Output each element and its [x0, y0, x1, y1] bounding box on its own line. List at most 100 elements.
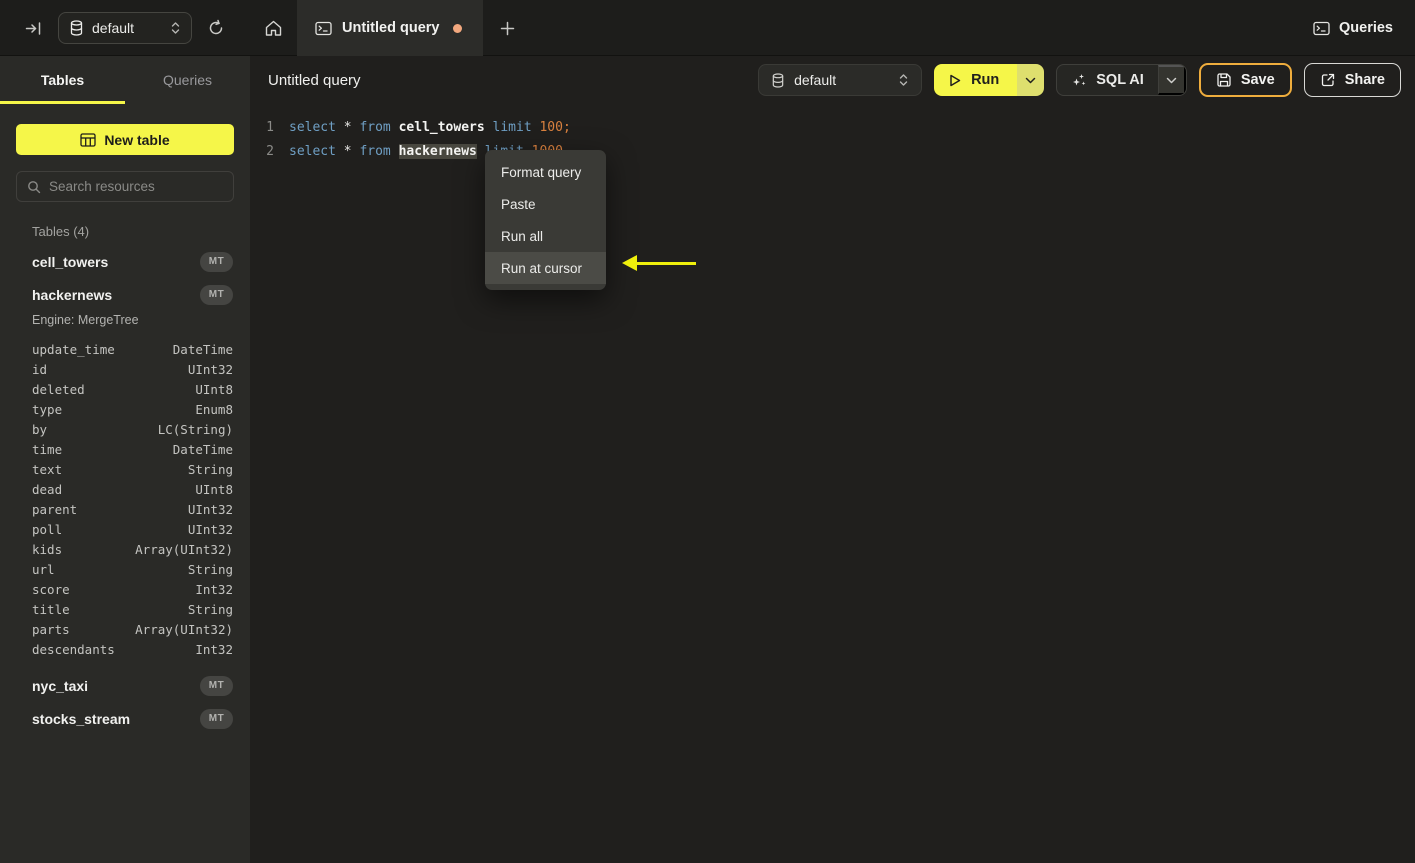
column-type: Int32 [195, 641, 233, 657]
query-tab-label: Untitled query [342, 20, 440, 36]
refresh-icon [207, 19, 225, 37]
search-input[interactable] [49, 179, 223, 194]
code-line: select * from cell_towers limit 100; [274, 116, 571, 140]
code-token: from [359, 120, 391, 135]
column-type: Array(UInt32) [135, 621, 233, 637]
column-row: parent UInt32 [0, 499, 250, 519]
home-button[interactable] [250, 0, 297, 56]
annotation-arrow-icon [622, 255, 697, 271]
code-token: select [289, 120, 336, 135]
column-type: DateTime [172, 441, 233, 457]
terminal-icon [1313, 21, 1330, 36]
table-engine-badge: MT [200, 284, 233, 305]
sql-ai-button[interactable]: SQL AI [1057, 65, 1158, 95]
table-name: stocks_stream [32, 710, 131, 727]
sql-ai-options-button[interactable] [1157, 65, 1186, 95]
column-name: deleted [32, 381, 85, 397]
new-tab-button[interactable] [492, 13, 522, 43]
refresh-button[interactable] [200, 13, 232, 43]
code-line-row: 1 select * from cell_towers limit 100; [250, 116, 1415, 140]
column-name: parent [32, 501, 78, 517]
top-bar: default Untitled query Queries [0, 0, 1415, 56]
column-type: UInt8 [195, 381, 233, 397]
column-row: descendants Int32 [0, 639, 250, 659]
sidebar: Tables Queries New table Tabl [0, 56, 250, 863]
sidebar-tab-queries[interactable]: Queries [125, 56, 250, 104]
search-box[interactable] [16, 171, 234, 202]
run-options-button[interactable] [1017, 64, 1045, 96]
column-row: time DateTime [0, 439, 250, 459]
column-row: by LC(String) [0, 419, 250, 439]
sql-editor[interactable]: 1 select * from cell_towers limit 100; 2 se… [250, 104, 1415, 164]
column-row: type Enum8 [0, 399, 250, 419]
save-icon [1216, 72, 1232, 88]
code-token: * [343, 144, 352, 159]
save-button[interactable]: Save [1198, 63, 1292, 97]
table-engine-badge: MT [200, 251, 233, 272]
chevron-updown-icon [898, 73, 909, 87]
column-row: score Int32 [0, 579, 250, 599]
queries-button[interactable]: Queries [1313, 0, 1393, 56]
main-panel: Untitled query default Run SQL AI Save S… [250, 56, 1415, 863]
terminal-icon [315, 21, 332, 36]
column-type: LC(String) [157, 421, 233, 437]
code-token: hackernews [398, 144, 477, 159]
column-type: UInt32 [187, 501, 233, 517]
column-name: score [32, 581, 70, 597]
column-type: String [187, 561, 233, 577]
editor-database-selector[interactable]: default [758, 64, 923, 96]
column-name: id [32, 361, 48, 377]
database-icon [69, 20, 84, 36]
column-name: dead [32, 481, 63, 497]
column-type: UInt32 [187, 521, 233, 537]
column-row: dead UInt8 [0, 479, 250, 499]
collapse-sidebar-button[interactable] [18, 13, 48, 43]
column-name: by [32, 421, 48, 437]
run-button-label: Run [971, 72, 1000, 88]
column-row: url String [0, 559, 250, 579]
code-line-row: 2select * from hackernews limit 1000 [250, 140, 1415, 164]
column-type: Int32 [195, 581, 233, 597]
code-token: limit [492, 120, 532, 135]
context-menu-item-run-at-cursor[interactable]: Run at cursor [485, 252, 606, 284]
column-row: kids Array(UInt32) [0, 539, 250, 559]
run-button[interactable]: Run [934, 64, 1018, 96]
column-type: String [187, 601, 233, 617]
column-row: text String [0, 459, 250, 479]
table-row[interactable]: hackernews MT [0, 278, 250, 311]
table-engine-badge: MT [200, 675, 233, 696]
sidebar-tab-tables[interactable]: Tables [0, 56, 125, 104]
column-name: url [32, 561, 55, 577]
chevron-down-icon [1166, 77, 1177, 84]
table-engine-label: Engine: MergeTree [32, 313, 139, 327]
editor-database-value: default [794, 72, 837, 88]
table-row[interactable]: nyc_taxi MT [0, 669, 250, 702]
context-menu-item-format-query[interactable]: Format query [485, 156, 606, 188]
table-row[interactable]: cell_towers MT [0, 245, 250, 278]
topbar-database-selector[interactable]: default [58, 12, 192, 44]
line-number: 1 [266, 120, 274, 135]
column-name: text [32, 461, 63, 477]
new-table-button[interactable]: New table [16, 124, 234, 155]
share-button[interactable]: Share [1303, 63, 1401, 97]
share-icon [1320, 72, 1336, 88]
table-name: cell_towers [32, 253, 109, 270]
table-name: nyc_taxi [32, 677, 89, 694]
editor-actions: default Run SQL AI Save Share [758, 63, 1401, 97]
column-row: poll UInt32 [0, 519, 250, 539]
column-name: type [32, 401, 63, 417]
query-tab[interactable]: Untitled query [297, 0, 483, 56]
column-name: poll [32, 521, 63, 537]
table-row[interactable]: stocks_stream MT [0, 702, 250, 735]
context-menu-item-run-all[interactable]: Run all [485, 220, 606, 252]
context-menu-item-paste[interactable]: Paste [485, 188, 606, 220]
topbar-database-value: default [92, 20, 135, 36]
column-name: kids [32, 541, 63, 557]
run-button-group: Run [934, 64, 1045, 96]
code-token: * [343, 120, 352, 135]
code-token: select [289, 144, 336, 159]
